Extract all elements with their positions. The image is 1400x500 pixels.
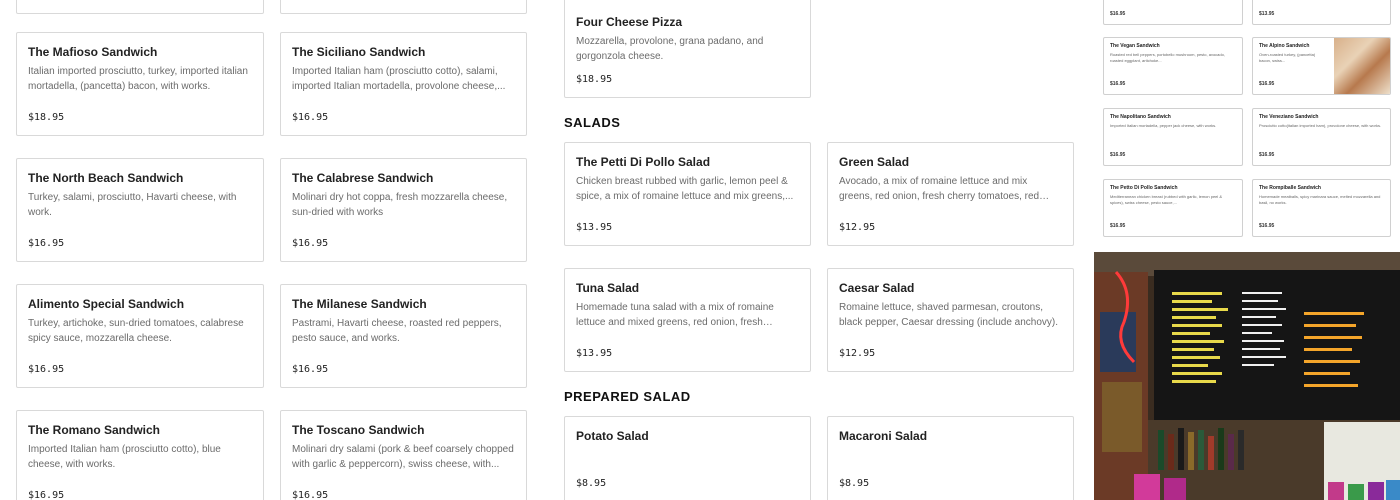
item-price: $18.95: [576, 74, 613, 85]
item-price: $12.95: [839, 222, 876, 233]
item-name: The Petti Di Pollo Salad: [576, 155, 711, 169]
mini-menu-card-veneziano[interactable]: The Veneziano Sandwich Prosciutto cotto(…: [1252, 108, 1391, 166]
item-name: The Toscano Sandwich: [292, 423, 425, 437]
mini-item-price: $16.95: [1259, 152, 1275, 158]
section-title-prepared-salad: PREPARED SALAD: [564, 389, 691, 404]
mini-item-price: $16.95: [1110, 152, 1126, 158]
item-description: Molinari dry salami (pork & beef coarsel…: [292, 444, 514, 470]
mini-menu-card-alpino[interactable]: The Alpino Sandwich Oven-roasted turkey,…: [1252, 37, 1391, 95]
sandwich-photo: [1334, 38, 1390, 94]
item-name: Alimento Special Sandwich: [28, 297, 185, 311]
item-name: The Siciliano Sandwich: [292, 45, 426, 59]
item-price: $16.95: [292, 490, 329, 500]
item-price: $12.95: [839, 348, 876, 359]
menu-card-macaroni-salad[interactable]: Macaroni Salad $8.95: [827, 416, 1074, 500]
menu-card-calabrese[interactable]: The Calabrese Sandwich Molinari dry hot …: [280, 158, 527, 262]
item-description: Pastrami, Havarti cheese, roasted red pe…: [292, 318, 502, 344]
menu-card-caesar-salad[interactable]: Caesar Salad Romaine lettuce, shaved par…: [827, 268, 1074, 372]
menu-card-siciliano[interactable]: The Siciliano Sandwich Imported Italian …: [280, 32, 527, 136]
item-name: Tuna Salad: [576, 281, 640, 295]
mini-item-description: Mediterranean chicken breast (rubbed wit…: [1110, 194, 1223, 205]
item-price: $8.95: [839, 478, 870, 489]
menu-card[interactable]: [16, 0, 264, 14]
item-description: Chicken breast rubbed with garlic, lemon…: [576, 176, 794, 202]
mini-item-name: The Alpino Sandwich: [1259, 43, 1310, 49]
menu-card-mafioso[interactable]: The Mafioso Sandwich Italian imported pr…: [16, 32, 264, 136]
item-description: Imported Italian ham (prosciutto cotto),…: [28, 444, 221, 470]
menu-card-petti-di-pollo-salad[interactable]: The Petti Di Pollo Salad Chicken breast …: [564, 142, 811, 246]
item-name: The Milanese Sandwich: [292, 297, 427, 311]
mini-item-price: $16.95: [1110, 223, 1126, 229]
mini-item-description: Oven-roasted turkey, (pancetta) bacon, s…: [1259, 52, 1316, 63]
item-price: $8.95: [576, 478, 607, 489]
item-price: $16.95: [292, 364, 329, 375]
restaurant-interior-illustration: [1094, 252, 1400, 500]
mini-item-description: Roasted red bell peppers, portobello mus…: [1110, 52, 1225, 63]
menu-card-north-beach[interactable]: The North Beach Sandwich Turkey, salami,…: [16, 158, 264, 262]
restaurant-photo: [1094, 252, 1400, 500]
item-description: Homemade tuna salad with a mix of romain…: [576, 302, 774, 328]
menu-card-romano[interactable]: The Romano Sandwich Imported Italian ham…: [16, 410, 264, 500]
item-name: Four Cheese Pizza: [576, 15, 683, 29]
item-price: $18.95: [28, 112, 65, 123]
item-price: $13.95: [576, 222, 613, 233]
menu-card-alimento-special[interactable]: Alimento Special Sandwich Turkey, artich…: [16, 284, 264, 388]
item-price: $16.95: [28, 490, 65, 500]
item-description: Mozzarella, provolone, grana padano, and…: [576, 36, 764, 62]
mini-item-name: The Vegan Sandwich: [1110, 43, 1160, 49]
item-description: Turkey, salami, prosciutto, Havarti chee…: [28, 192, 237, 218]
mini-item-description: Imported Italian mortadella, pepper jack…: [1110, 123, 1217, 128]
menu-card-potato-salad[interactable]: Potato Salad $8.95: [564, 416, 811, 500]
item-name: The Romano Sandwich: [28, 423, 161, 437]
mini-item-name: The Petto Di Pollo Sandwich: [1110, 185, 1178, 191]
item-price: $13.95: [576, 348, 613, 359]
mini-item-price: $16.95: [1259, 81, 1275, 87]
menu-card-tuna-salad[interactable]: Tuna Salad Homemade tuna salad with a mi…: [564, 268, 811, 372]
item-name: Potato Salad: [576, 429, 649, 443]
item-description: Italian imported prosciutto, turkey, imp…: [28, 66, 248, 92]
item-name: The Mafioso Sandwich: [28, 45, 158, 59]
item-price: $16.95: [28, 364, 65, 375]
item-price: $16.95: [28, 238, 65, 249]
item-description: Molinari dry hot coppa, fresh mozzarella…: [292, 192, 508, 218]
item-name: Macaroni Salad: [839, 429, 928, 443]
item-description: Avocado, a mix of romaine lettuce and mi…: [839, 176, 1040, 202]
mini-menu-card-vegan[interactable]: The Vegan Sandwich Roasted red bell pepp…: [1103, 37, 1243, 95]
mini-menu-card-napolitano[interactable]: The Napolitano Sandwich Imported Italian…: [1103, 108, 1243, 166]
mini-item-price: $16.95: [1110, 11, 1126, 17]
menu-card-toscano[interactable]: The Toscano Sandwich Molinari dry salami…: [280, 410, 527, 500]
mini-menu-card-rompiballe[interactable]: The Rompiballe Sandwich Homemade meatbal…: [1252, 179, 1391, 237]
item-description: Turkey, artichoke, sun-dried tomatoes, c…: [28, 318, 244, 344]
section-title-salads: SALADS: [564, 115, 621, 130]
mini-item-price: $16.95: [1259, 223, 1275, 229]
item-price: $16.95: [292, 112, 329, 123]
menu-card-green-salad[interactable]: Green Salad Avocado, a mix of romaine le…: [827, 142, 1074, 246]
item-name: The North Beach Sandwich: [28, 171, 184, 185]
mini-item-name: The Rompiballe Sandwich: [1259, 185, 1321, 191]
menu-card-four-cheese-pizza[interactable]: Four Cheese Pizza Mozzarella, provolone,…: [564, 0, 811, 98]
mini-item-name: The Veneziano Sandwich: [1259, 114, 1319, 120]
mini-menu-card[interactable]: $16.95: [1103, 0, 1243, 25]
mini-item-price: $16.95: [1110, 81, 1126, 87]
item-name: Green Salad: [839, 155, 910, 169]
mini-item-description: Prosciutto cotto(italian imported ham), …: [1259, 123, 1382, 128]
mini-item-price: $13.95: [1259, 11, 1275, 17]
mini-item-description: Homemade meatballs, spicy marinara sauce…: [1259, 194, 1381, 205]
item-name: The Calabrese Sandwich: [292, 171, 434, 185]
item-name: Caesar Salad: [839, 281, 915, 295]
mini-item-name: The Napolitano Sandwich: [1110, 114, 1171, 120]
menu-card-milanese[interactable]: The Milanese Sandwich Pastrami, Havarti …: [280, 284, 527, 388]
menu-card[interactable]: [280, 0, 527, 14]
item-price: $16.95: [292, 238, 329, 249]
item-description: Romaine lettuce, shaved parmesan, crouto…: [839, 302, 1059, 328]
mini-menu-card-petto-di-pollo[interactable]: The Petto Di Pollo Sandwich Mediterranea…: [1103, 179, 1243, 237]
mini-menu-card[interactable]: $13.95: [1252, 0, 1391, 25]
item-description: Imported Italian ham (prosciutto cotto),…: [292, 66, 506, 92]
